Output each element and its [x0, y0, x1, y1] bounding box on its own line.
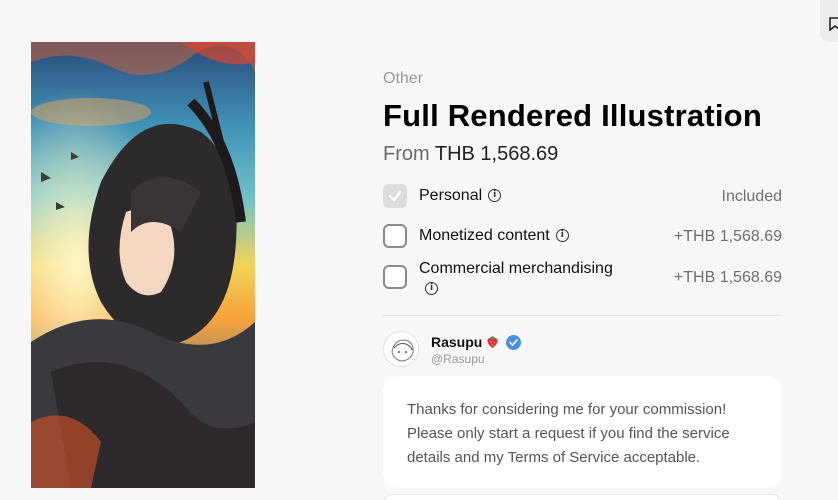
option-label-text: Monetized content: [419, 227, 550, 244]
check-icon: [388, 190, 402, 202]
verified-icon: [506, 335, 521, 350]
info-icon[interactable]: i: [425, 282, 438, 296]
option-label-text: Commercial merchandising: [419, 260, 613, 277]
artist-message: Thanks for considering me for your commi…: [407, 401, 730, 466]
avatar[interactable]: [383, 331, 419, 367]
divider: [383, 315, 782, 316]
option-label: Monetized content i: [419, 227, 569, 245]
bookmark-icon: [829, 17, 838, 31]
info-icon[interactable]: i: [555, 229, 569, 243]
option-personal[interactable]: Personal i Included: [383, 184, 782, 208]
commercial-checkbox[interactable]: [383, 265, 407, 289]
price-value: THB 1,568.69: [434, 143, 559, 165]
option-price: +THB 1,568.69: [673, 228, 782, 245]
strawberry-icon: [487, 336, 498, 348]
option-monetized-content[interactable]: Monetized content i +THB 1,568.69: [383, 224, 782, 248]
next-card: [383, 494, 782, 500]
product-category: Other: [383, 70, 424, 87]
artist-name[interactable]: Rasupu: [431, 334, 482, 350]
personal-checkbox[interactable]: [383, 184, 407, 208]
bookmark-button[interactable]: [820, 0, 838, 42]
info-icon[interactable]: i: [488, 189, 502, 203]
product-title: Full Rendered Illustration: [383, 98, 762, 133]
option-label: Commercial merchandising i: [419, 260, 613, 296]
option-commercial-merchandising[interactable]: Commercial merchandising i +THB 1,568.69: [383, 260, 782, 300]
artist-handle: @Rasupu: [431, 352, 485, 366]
monetized-checkbox[interactable]: [383, 224, 407, 248]
product-price: From THB 1,568.69: [383, 143, 558, 166]
artwork-image[interactable]: [31, 42, 255, 488]
price-prefix: From: [383, 143, 430, 165]
artist-message-card: Thanks for considering me for your commi…: [383, 376, 782, 488]
option-label-text: Personal: [419, 187, 483, 204]
option-price: Included: [721, 188, 783, 205]
option-price: +THB 1,568.69: [673, 269, 782, 286]
option-label: Personal i: [419, 187, 502, 205]
